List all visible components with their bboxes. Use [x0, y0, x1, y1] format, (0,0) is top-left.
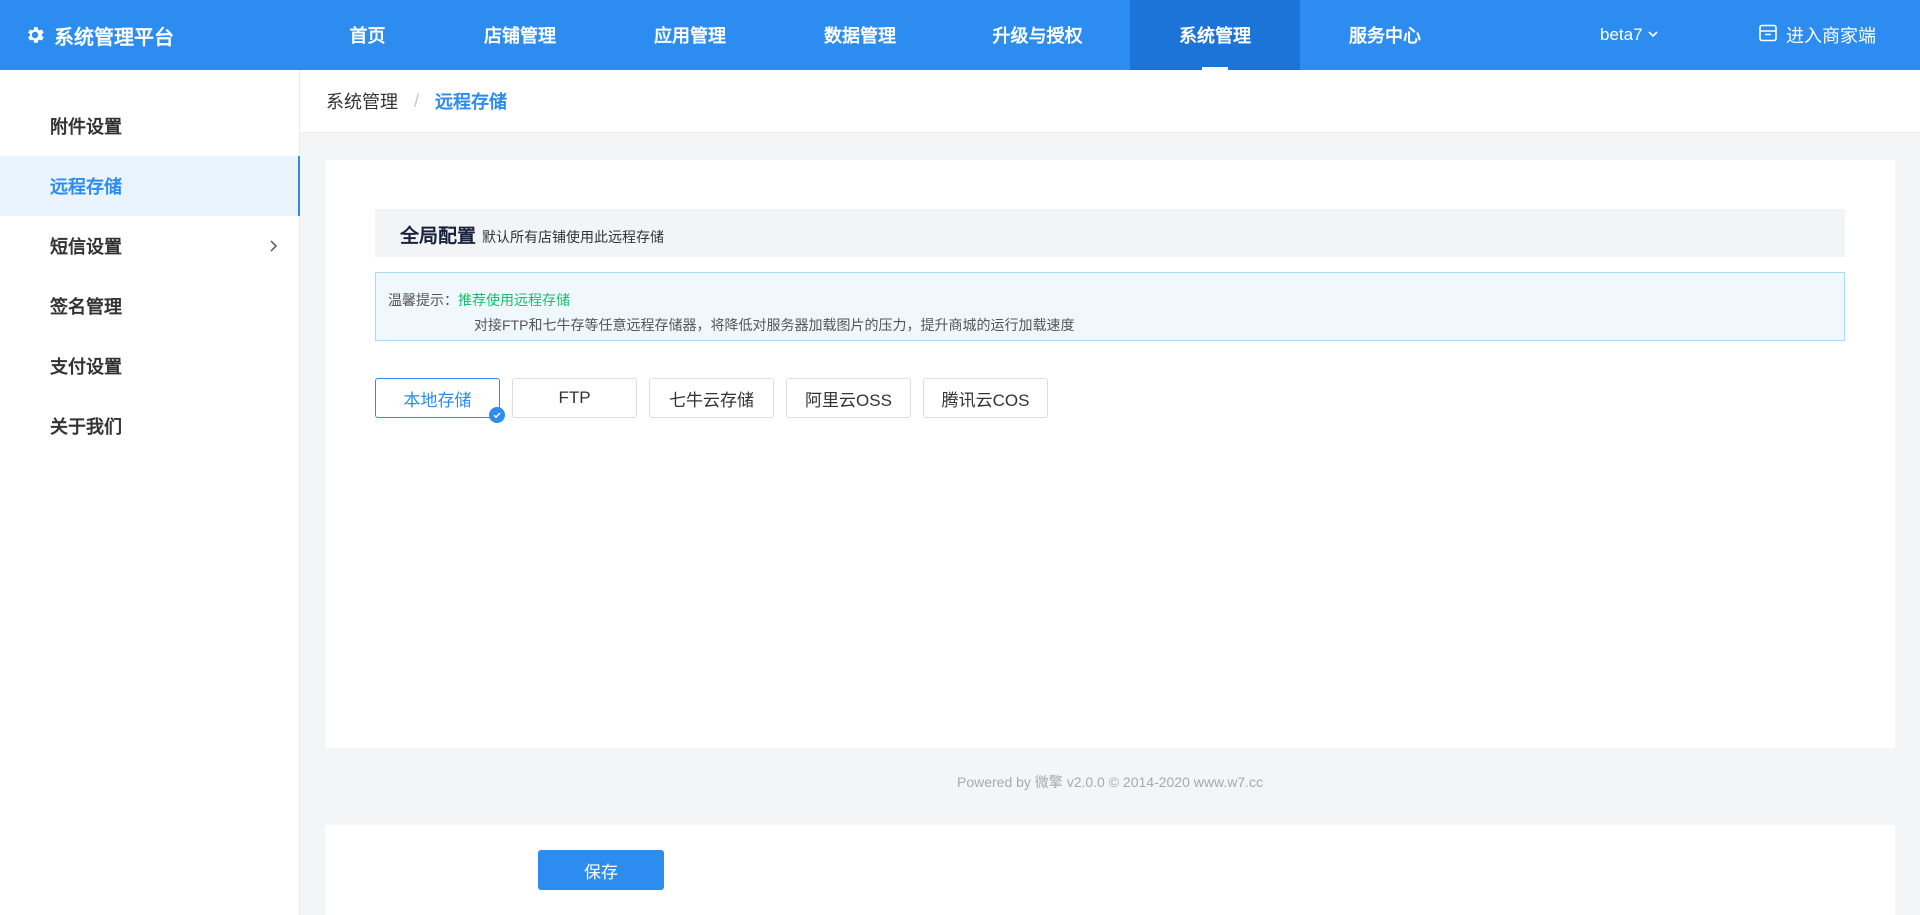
- storage-option-label: 七牛云存储: [669, 390, 754, 410]
- sidebar-item-label: 附件设置: [50, 117, 122, 137]
- nav-upgrade-license[interactable]: 升级与授权: [945, 0, 1130, 70]
- section-subtitle: 默认所有店铺使用此远程存储: [482, 229, 665, 245]
- app-title: 系统管理平台: [54, 26, 174, 49]
- tip-detail: 对接FTP和七牛存等任意远程存储器，将降低对服务器加载图片的压力，提升商城的运行…: [474, 317, 1075, 333]
- sidebar-item-payment-settings[interactable]: 支付设置: [0, 336, 299, 396]
- nav-data-management[interactable]: 数据管理: [775, 0, 945, 70]
- nav-home[interactable]: 首页: [300, 0, 435, 70]
- action-bar: 保存: [325, 825, 1895, 915]
- sidebar: 附件设置 远程存储 短信设置 签名管理 支付设置 关于我们: [0, 70, 300, 915]
- chevron-right-icon: [265, 238, 281, 254]
- gear-icon: [24, 24, 46, 46]
- nav-app-management[interactable]: 应用管理: [605, 0, 775, 70]
- sidebar-item-about-us[interactable]: 关于我们: [0, 396, 299, 456]
- section-title: 全局配置: [400, 226, 477, 247]
- nav-service-center[interactable]: 服务中心: [1300, 0, 1470, 70]
- save-button[interactable]: 保存: [538, 850, 664, 890]
- sidebar-item-label: 签名管理: [50, 297, 122, 317]
- storage-option-tencent-cos[interactable]: 腾讯云COS: [923, 378, 1048, 418]
- sidebar-item-label: 远程存储: [50, 177, 122, 197]
- chevron-down-icon: [1647, 25, 1659, 45]
- storage-option-qiniu[interactable]: 七牛云存储: [649, 378, 774, 418]
- nav-system-management[interactable]: 系统管理: [1130, 0, 1300, 70]
- sidebar-item-label: 短信设置: [50, 237, 122, 257]
- merchant-label: 进入商家端: [1786, 26, 1876, 46]
- nav-store-management[interactable]: 店铺管理: [435, 0, 605, 70]
- enter-merchant-link[interactable]: 进入商家端: [1758, 0, 1876, 70]
- storage-option-label: 阿里云OSS: [805, 390, 892, 410]
- storage-option-label: FTP: [558, 388, 591, 407]
- version-label: beta7: [1600, 25, 1643, 44]
- sidebar-item-remote-storage[interactable]: 远程存储: [0, 156, 300, 216]
- storage-option-ftp[interactable]: FTP: [512, 378, 637, 418]
- check-icon: [489, 407, 505, 423]
- tip-label: 温馨提示：: [388, 292, 458, 308]
- tip-highlight: 推荐使用远程存储: [458, 292, 570, 308]
- app-brand[interactable]: 系统管理平台: [24, 0, 174, 70]
- remote-storage-card: 全局配置 默认所有店铺使用此远程存储 温馨提示：推荐使用远程存储 对接FTP和七…: [325, 160, 1895, 748]
- breadcrumb-parent[interactable]: 系统管理: [326, 88, 398, 114]
- sidebar-item-signature-management[interactable]: 签名管理: [0, 276, 299, 336]
- section-header: 全局配置 默认所有店铺使用此远程存储: [375, 209, 1845, 257]
- sidebar-item-sms-settings[interactable]: 短信设置: [0, 216, 299, 276]
- storage-option-local[interactable]: 本地存储: [375, 378, 505, 423]
- storage-option-label: 本地存储: [403, 390, 472, 410]
- storage-option-aliyun-oss[interactable]: 阿里云OSS: [786, 378, 911, 418]
- tip-alert: 温馨提示：推荐使用远程存储 对接FTP和七牛存等任意远程存储器，将降低对服务器加…: [375, 272, 1845, 341]
- breadcrumb-current: 远程存储: [435, 92, 508, 112]
- breadcrumb: 系统管理 / 远程存储: [300, 70, 1920, 133]
- sidebar-item-label: 关于我们: [50, 417, 122, 437]
- main-nav: 首页 店铺管理 应用管理 数据管理 升级与授权 系统管理 服务中心: [300, 0, 1470, 70]
- storage-option-group: 本地存储 FTP 七牛云存储 阿里云OSS 腾讯云COS: [375, 378, 1048, 423]
- storage-option-label: 腾讯云COS: [941, 390, 1030, 410]
- top-navbar: 系统管理平台 首页 店铺管理 应用管理 数据管理 升级与授权 系统管理 服务中心…: [0, 0, 1920, 70]
- sidebar-item-attachment-settings[interactable]: 附件设置: [0, 96, 299, 156]
- version-dropdown[interactable]: beta7: [1600, 0, 1659, 70]
- sidebar-item-label: 支付设置: [50, 357, 122, 377]
- breadcrumb-separator: /: [414, 90, 420, 111]
- footer-copyright: Powered by 微擎 v2.0.0 © 2014-2020 www.w7.…: [956, 774, 1264, 790]
- store-icon: [1758, 23, 1778, 48]
